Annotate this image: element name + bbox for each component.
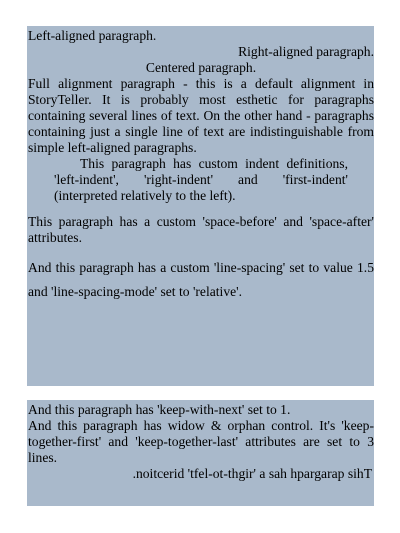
paragraph-right-to-left: .noitcerid 'tfel-ot-thgir' a sah hpargar… [132,466,372,481]
paragraph-space-before-after: This paragraph has a custom 'space-befor… [28,214,374,245]
paragraph-line-spacing: And this paragraph has a custom 'line-sp… [28,260,374,299]
paragraph-widow-orphan: And this paragraph has widow & orphan co… [28,418,374,465]
paragraph-left-aligned: Left-aligned paragraph. [28,28,157,43]
paragraph-right-aligned: Right-aligned paragraph. [238,44,374,59]
paragraph-centered: Centered paragraph. [145,60,257,75]
paragraph-full-alignment: Full alignment paragraph - this is a def… [28,76,374,155]
paragraph-custom-indent: This paragraph has custom indent definit… [54,156,348,203]
paragraph-keep-with-next: And this paragraph has 'keep-with-next' … [28,402,291,417]
text-block-secondary: And this paragraph has 'keep-with-next' … [27,400,374,506]
text-block-main: Left-aligned paragraph. Right-aligned pa… [27,26,374,386]
